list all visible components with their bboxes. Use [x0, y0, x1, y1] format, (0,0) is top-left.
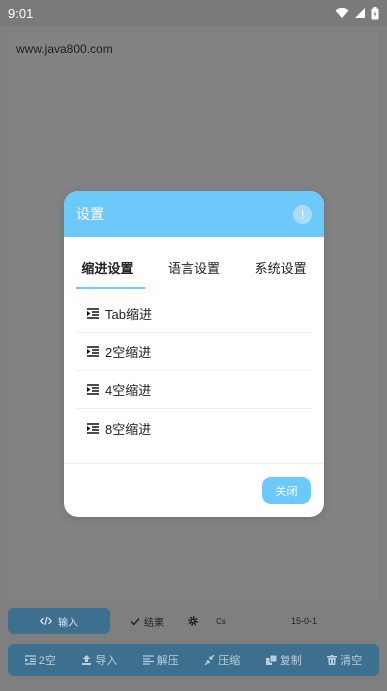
dialog-footer: 关闭 [64, 463, 324, 517]
status-bar: 9:01 [0, 0, 387, 26]
tab-language-settings[interactable]: 语言设置 [151, 245, 238, 289]
dialog-title: 设置 [76, 206, 104, 222]
import-label: 导入 [95, 655, 118, 667]
settings-tabs: 缩进设置 语言设置 系统设置 [64, 237, 324, 289]
option-tab-indent[interactable]: Tab缩进 [76, 295, 312, 333]
cellular-signal-icon [355, 8, 365, 18]
clear-label: 清空 [340, 655, 363, 667]
tab-indent-settings[interactable]: 缩进设置 [64, 245, 151, 289]
action-toolbar: 2空 导入 解压 压缩 复制 清空 [8, 644, 379, 676]
gear-icon [188, 616, 198, 626]
copy-label: 复制 [279, 655, 302, 667]
result-tab-label: 结果 [144, 617, 164, 629]
compress-icon [204, 655, 215, 665]
status-icons [335, 6, 379, 20]
import-button[interactable]: 导入 [81, 652, 117, 668]
indent-options-list: Tab缩进 2空缩进 4空缩进 8空缩进 [64, 295, 324, 447]
option-8-space-indent-label: 8空缩进 [105, 421, 152, 437]
indent-icon [87, 308, 99, 319]
indent-2-space-button[interactable]: 2空 [24, 652, 56, 668]
dialog-header: 设置 ! [64, 191, 324, 237]
result-tab-button[interactable]: 结果 [116, 608, 178, 634]
upload-icon [82, 655, 92, 665]
decompress-icon [142, 655, 154, 665]
decompress-label: 解压 [156, 655, 179, 667]
clear-button[interactable]: 清空 [327, 652, 362, 668]
check-icon [130, 617, 140, 626]
indent-2-space-label: 2空 [38, 655, 56, 667]
option-2-space-indent-label: 2空缩进 [105, 345, 152, 360]
indent-icon [24, 655, 36, 665]
status-time: 9:01 [8, 5, 34, 21]
editor-url-text: www.java800.com [16, 42, 113, 56]
copy-icon [265, 655, 277, 665]
tab-system-settings[interactable]: 系统设置 [237, 245, 324, 289]
battery-icon [371, 6, 379, 19]
wifi-icon [335, 7, 349, 18]
compress-button[interactable]: 压缩 [204, 652, 240, 668]
settings-button[interactable] [182, 608, 204, 634]
mode-toolbar: 输入 结果 Cs 15-0-1 [8, 608, 379, 634]
decompress-button[interactable]: 解压 [142, 652, 179, 668]
settings-dialog: 设置 ! 缩进设置 语言设置 系统设置 Tab缩进 2空缩进 4空缩进 8空缩进… [64, 191, 324, 517]
indent-icon [87, 346, 99, 357]
info-icon[interactable]: ! [293, 204, 312, 224]
option-8-space-indent[interactable]: 8空缩进 [76, 409, 312, 447]
close-button[interactable]: 关闭 [262, 477, 311, 504]
option-4-space-indent[interactable]: 4空缩进 [76, 371, 312, 409]
indent-icon [87, 422, 99, 434]
trash-icon [327, 655, 338, 665]
option-tab-indent-label: Tab缩进 [105, 307, 152, 322]
input-tab-button[interactable]: 输入 [8, 608, 110, 634]
cs-label: Cs [216, 616, 226, 626]
version-text: 15-0-1 [290, 616, 317, 626]
cs-button[interactable]: Cs [210, 608, 232, 634]
code-icon [40, 616, 52, 626]
input-tab-label: 输入 [58, 617, 78, 629]
option-4-space-indent-label: 4空缩进 [105, 383, 152, 398]
indent-icon [87, 384, 99, 395]
copy-button[interactable]: 复制 [265, 652, 302, 668]
option-2-space-indent[interactable]: 2空缩进 [76, 333, 312, 371]
compress-label: 压缩 [218, 655, 241, 667]
